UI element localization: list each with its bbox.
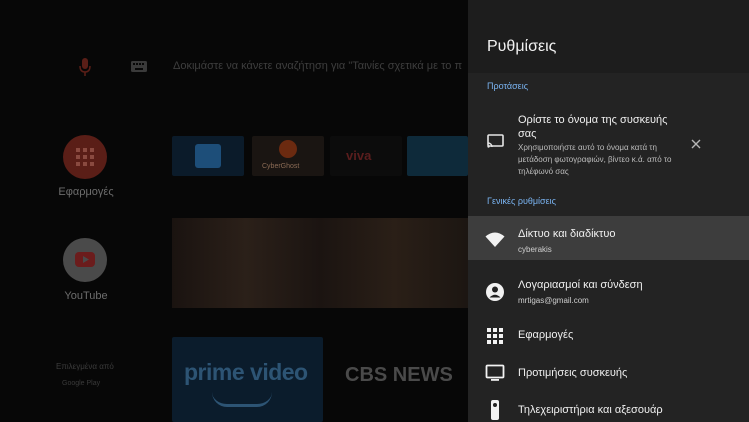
prime-video-tile[interactable]: prime video (172, 337, 323, 422)
app-tile-blue[interactable] (407, 136, 468, 176)
settings-item-device-preferences[interactable]: Προτιμήσεις συσκευής (468, 351, 749, 395)
featured-banner[interactable] (172, 218, 468, 308)
app-tile-cloud[interactable] (172, 136, 244, 176)
apps-button[interactable] (63, 135, 107, 179)
cast-icon (487, 134, 504, 148)
settings-item-label: Δίκτυο και διαδίκτυο (518, 228, 616, 240)
settings-item-network[interactable]: Δίκτυο και διαδίκτυο cyberakis (468, 216, 749, 260)
cyberghost-label: CyberGhost (262, 163, 300, 170)
settings-panel: Ρυθμίσεις Προτάσεις Ορίστε το όνομα της … (468, 0, 749, 422)
cloud-app-icon (195, 144, 221, 168)
app-tile-viva[interactable]: viva (330, 136, 402, 176)
prime-video-logo: prime video (184, 359, 308, 385)
home-screen-background: Δοκιμάστε να κάνετε αναζήτηση για "Ταινί… (0, 0, 468, 422)
settings-item-accounts[interactable]: Λογαριασμοί και σύνδεση mrtigas@gmail.co… (468, 268, 749, 312)
google-play-label: Google Play (62, 380, 101, 387)
youtube-icon (75, 252, 95, 267)
general-settings-header: Γενικές ρυθμίσεις (487, 196, 556, 206)
youtube-button[interactable] (63, 238, 107, 282)
suggestions-header: Προτάσεις (487, 81, 529, 91)
featured-by-label: Επιλεγμένα από (56, 362, 114, 371)
wifi-icon (485, 232, 505, 247)
account-icon (486, 283, 504, 301)
settings-item-sublabel: mrtigas@gmail.com (518, 296, 589, 305)
app-tile-cyberghost[interactable]: CyberGhost (252, 136, 324, 176)
keyboard-icon[interactable] (131, 61, 147, 72)
close-icon[interactable] (689, 137, 703, 151)
suggestion-title[interactable]: Ορίστε το όνομα της συσκευής σας (518, 113, 688, 141)
cbs-news-logo[interactable]: CBS NEWS (345, 364, 453, 387)
search-bar[interactable]: Δοκιμάστε να κάνετε αναζήτηση για "Ταινί… (0, 56, 468, 78)
microphone-icon[interactable] (79, 58, 91, 76)
settings-item-label: Τηλεχειριστήρια και αξεσουάρ (518, 404, 663, 416)
cyberghost-logo-icon (279, 140, 297, 158)
tv-icon (485, 364, 505, 381)
settings-header (468, 0, 749, 73)
youtube-label: YouTube (64, 290, 108, 302)
settings-item-label: Λογαριασμοί και σύνδεση (518, 279, 643, 291)
remote-icon (491, 400, 499, 420)
settings-item-remotes[interactable]: Τηλεχειριστήρια και αξεσουάρ (468, 390, 749, 422)
suggestion-description: Χρησιμοποιήστε αυτό το όνομα κατά τη μετ… (518, 143, 672, 176)
apps-grid-icon (76, 148, 94, 166)
apps-label: Εφαρμογές (58, 186, 114, 198)
settings-title: Ρυθμίσεις (487, 38, 557, 55)
search-placeholder: Δοκιμάστε να κάνετε αναζήτηση για "Ταινί… (173, 60, 463, 72)
viva-label: viva (346, 148, 372, 163)
settings-item-label: Εφαρμογές (518, 329, 574, 341)
settings-item-label: Προτιμήσεις συσκευής (518, 367, 628, 379)
settings-item-sublabel: cyberakis (518, 245, 552, 254)
prime-smile-icon (212, 392, 272, 407)
apps-grid-icon (487, 328, 503, 344)
